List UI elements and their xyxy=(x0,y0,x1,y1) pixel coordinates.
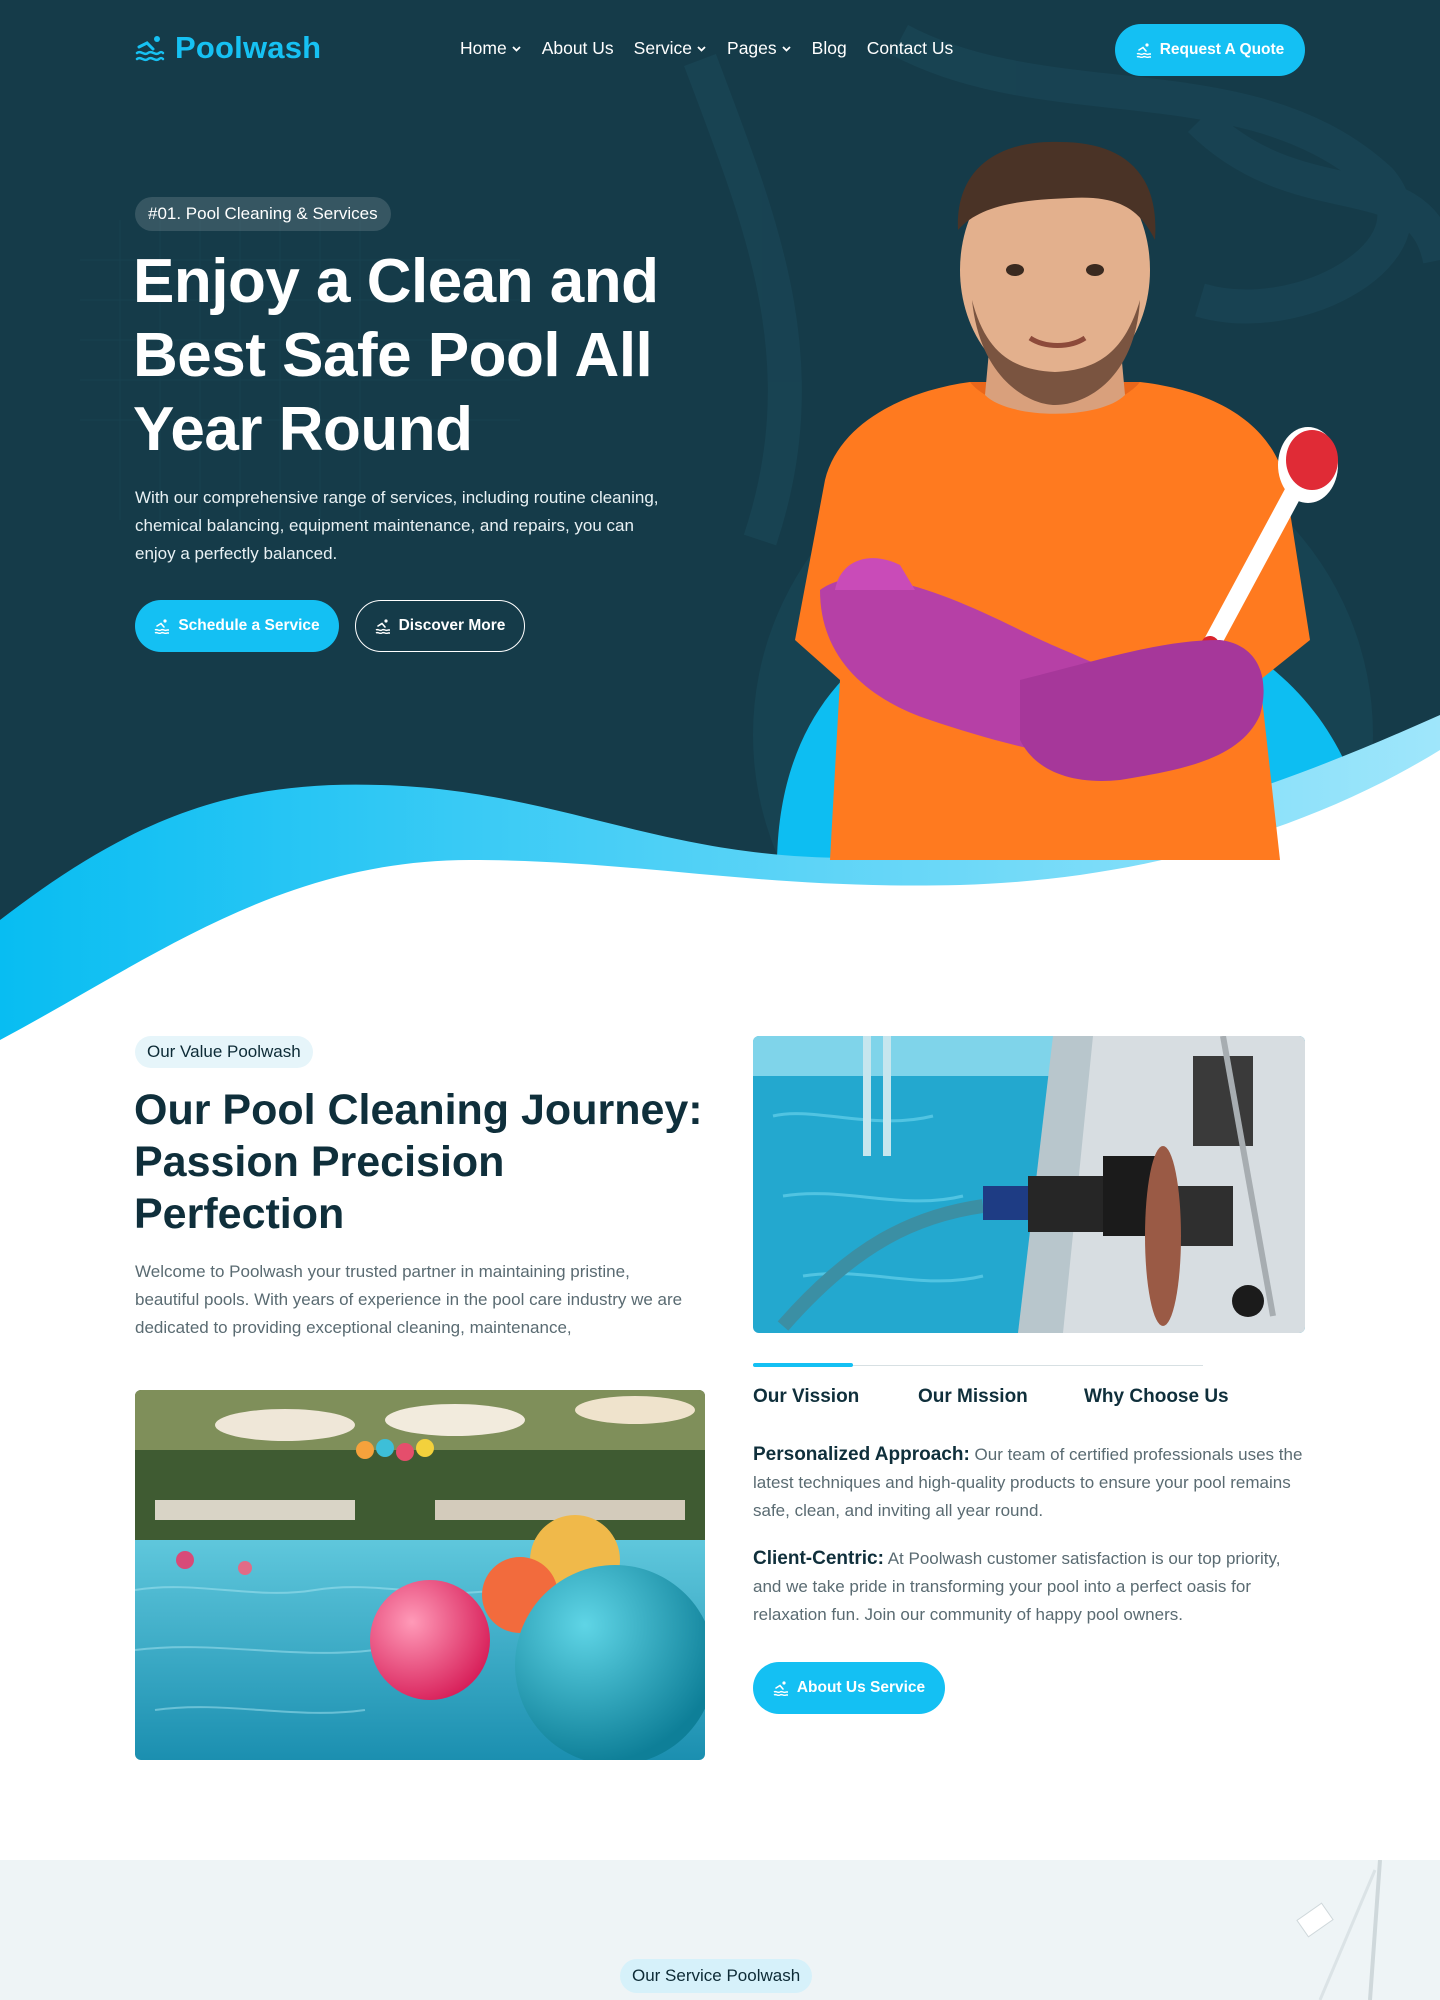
request-quote-button[interactable]: Request A Quote xyxy=(1115,24,1305,76)
about-us-service-button[interactable]: About Us Service xyxy=(753,1662,945,1714)
swimmer-icon xyxy=(773,1681,788,1696)
point-personalized-approach: Personalized Approach: Our team of certi… xyxy=(753,1441,1313,1525)
nav-menu: Home About Us Service Pages Blog Contact… xyxy=(460,38,953,59)
point-title: Client-Centric: xyxy=(753,1548,884,1569)
nav-item-contact-us[interactable]: Contact Us xyxy=(867,38,954,59)
services-tag: Our Service Poolwash xyxy=(620,1959,813,1993)
nav-item-pages[interactable]: Pages xyxy=(727,38,792,59)
chevron-down-icon xyxy=(782,46,791,52)
nav-item-about-us[interactable]: About Us xyxy=(542,38,614,59)
nav-item-label: Contact Us xyxy=(866,38,954,58)
hero-section: Poolwash Home About Us Service Pages Blo… xyxy=(0,0,1440,1040)
nav-item-home[interactable]: Home xyxy=(460,38,522,59)
main-navbar: Poolwash Home About Us Service Pages Blo… xyxy=(0,0,1440,100)
point-title: Personalized Approach: xyxy=(753,1444,970,1465)
discover-more-label: Discover More xyxy=(398,617,506,634)
swimmer-icon xyxy=(154,619,170,634)
hero-tag: #01. Pool Cleaning & Services xyxy=(135,197,391,231)
tab-why-choose-us[interactable]: Why Choose Us xyxy=(1084,1386,1229,1408)
nav-item-label: Pages xyxy=(727,38,777,58)
pool-balls-image xyxy=(135,1390,705,1760)
nav-item-label: Service xyxy=(633,38,693,58)
worker-illustration xyxy=(795,141,1338,860)
tab-active-indicator xyxy=(753,1363,853,1367)
pool-net-decoration xyxy=(1296,1860,1382,2000)
nav-item-label: Home xyxy=(460,38,507,58)
nav-item-service[interactable]: Service xyxy=(634,38,707,59)
services-section: Our Service Poolwash xyxy=(0,1860,1440,2000)
chevron-down-icon xyxy=(512,46,521,52)
about-description: Welcome to Poolwash your trusted partner… xyxy=(135,1262,683,1337)
tab-our-mission[interactable]: Our Mission xyxy=(918,1386,1084,1408)
swimmer-waves-icon xyxy=(135,36,165,62)
nav-item-label: About Us xyxy=(541,38,614,58)
swimmer-icon xyxy=(1136,43,1151,58)
about-tabs: Our Vission Our Mission Why Choose Us xyxy=(753,1386,1229,1408)
logo[interactable]: Poolwash xyxy=(135,30,321,66)
about-tag: Our Value Poolwash xyxy=(135,1036,313,1068)
schedule-service-label: Schedule a Service xyxy=(178,617,320,634)
nav-item-blog[interactable]: Blog xyxy=(812,38,847,59)
point-client-centric: Client-Centric: At Poolwash customer sat… xyxy=(753,1545,1313,1629)
swimmer-icon xyxy=(375,619,390,634)
hero-title: Enjoy a Clean and Best Safe Pool All Yea… xyxy=(133,247,659,464)
nav-item-label: Blog xyxy=(811,38,847,58)
chevron-down-icon xyxy=(697,46,706,52)
pool-pump-image xyxy=(753,1036,1305,1333)
about-us-service-label: About Us Service xyxy=(796,1679,926,1696)
about-title: Our Pool Cleaning Journey: Passion Preci… xyxy=(134,1086,703,1238)
hero-description: With our comprehensive range of services… xyxy=(135,488,659,563)
discover-more-button[interactable]: Discover More xyxy=(355,600,525,652)
tab-our-vission[interactable]: Our Vission xyxy=(753,1386,918,1408)
request-quote-label: Request A Quote xyxy=(1159,41,1285,58)
schedule-service-button[interactable]: Schedule a Service xyxy=(135,600,339,652)
logo-text: Poolwash xyxy=(175,30,322,65)
